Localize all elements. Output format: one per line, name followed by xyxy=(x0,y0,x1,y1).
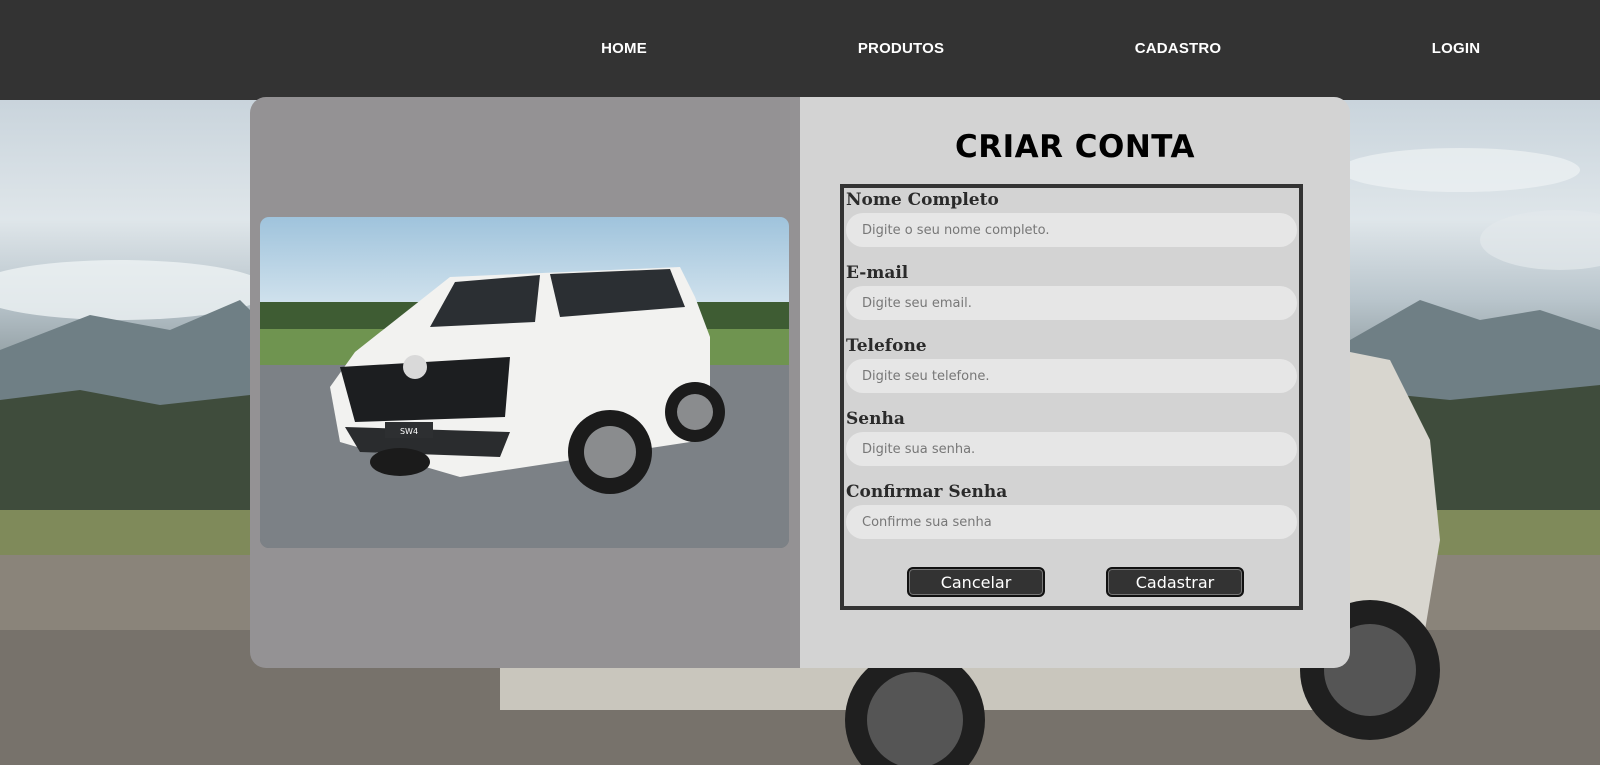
page-title: CRIAR CONTA xyxy=(954,129,1196,165)
email-input[interactable] xyxy=(846,286,1297,320)
nav-home-link[interactable]: HOME xyxy=(601,40,647,57)
email-label: E-mail xyxy=(846,263,909,283)
phone-input[interactable] xyxy=(846,359,1297,393)
submit-button[interactable]: Cadastrar xyxy=(1106,567,1244,597)
cancel-button[interactable]: Cancelar xyxy=(907,567,1045,597)
confirm-password-input[interactable] xyxy=(846,505,1297,539)
nav-login-link[interactable]: LOGIN xyxy=(1432,40,1481,57)
password-input[interactable] xyxy=(846,432,1297,466)
signup-card: SW4 CRIAR CONTA Nome Completo E-mail Tel… xyxy=(250,97,1350,668)
svg-text:SW4: SW4 xyxy=(400,427,418,436)
signup-form: Nome Completo E-mail Telefone Senha Conf… xyxy=(840,184,1303,610)
full-name-label: Nome Completo xyxy=(846,190,999,210)
nav-cadastro-link[interactable]: CADASTRO xyxy=(1135,40,1222,57)
top-navbar: HOME PRODUTOS CADASTRO LOGIN xyxy=(0,0,1600,100)
full-name-input[interactable] xyxy=(846,213,1297,247)
phone-label: Telefone xyxy=(846,336,927,356)
confirm-password-label: Confirmar Senha xyxy=(846,482,1008,502)
nav-produtos-link[interactable]: PRODUTOS xyxy=(858,40,944,57)
car-photo: SW4 xyxy=(260,217,789,548)
card-form-panel: CRIAR CONTA Nome Completo E-mail Telefon… xyxy=(800,97,1350,668)
password-label: Senha xyxy=(846,409,905,429)
card-image-panel: SW4 xyxy=(250,97,800,668)
